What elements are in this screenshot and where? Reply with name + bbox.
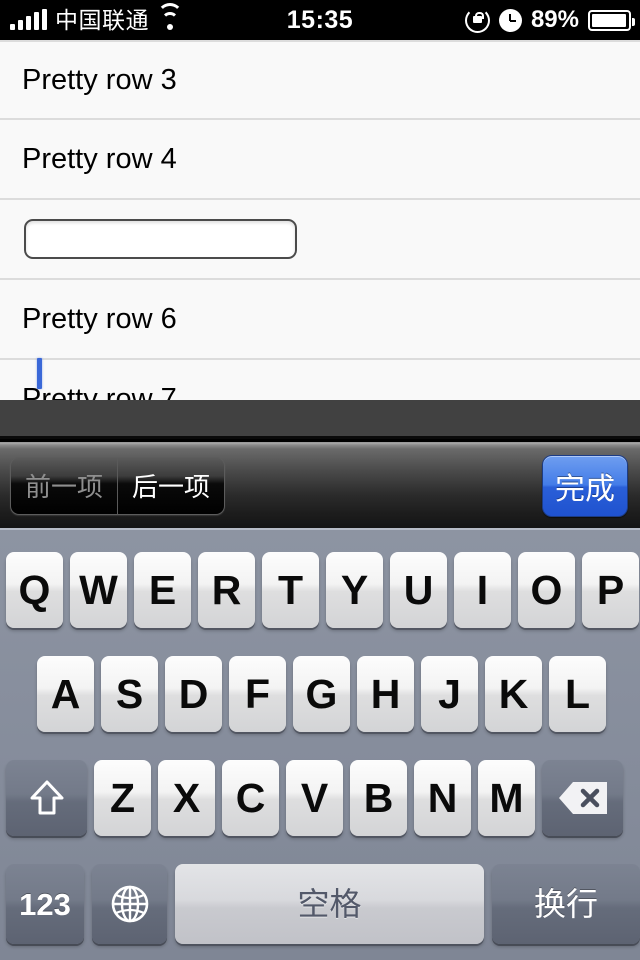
key-r[interactable]: R	[198, 552, 255, 628]
key-z[interactable]: Z	[94, 760, 151, 836]
backspace-key[interactable]	[542, 760, 623, 836]
alarm-clock-icon	[498, 8, 522, 32]
previous-field-button[interactable]: 前一项	[11, 458, 117, 514]
key-h[interactable]: H	[357, 656, 414, 732]
table-row-label: Pretty row 6	[22, 302, 177, 335]
key-d[interactable]: D	[165, 656, 222, 732]
next-field-button[interactable]: 后一项	[117, 457, 224, 514]
key-c[interactable]: C	[222, 760, 279, 836]
table-row-label: Pretty row 3	[22, 63, 177, 96]
status-bar-clock: 15:35	[286, 5, 354, 34]
key-l[interactable]: L	[549, 656, 606, 732]
keyboard-row-1: Q W E R T Y U I O P	[0, 552, 640, 628]
table-row[interactable]: Pretty row 7	[0, 360, 640, 400]
phone-screen: 中国联通 15:35 89% Pretty row 3 Pretty row 4…	[0, 0, 640, 960]
key-x[interactable]: X	[158, 760, 215, 836]
keyboard-row-4: 123 空格 换行	[0, 864, 640, 944]
key-b[interactable]: B	[350, 760, 407, 836]
numbers-key[interactable]: 123	[6, 864, 84, 944]
key-e[interactable]: E	[134, 552, 191, 628]
text-input-field[interactable]	[24, 219, 297, 259]
done-button[interactable]: 完成	[542, 454, 628, 517]
key-i[interactable]: I	[454, 552, 511, 628]
input-accessory-toolbar: 前一项 后一项 完成	[0, 442, 640, 528]
text-caret	[37, 358, 42, 389]
table-row-label: Pretty row 7	[22, 382, 177, 400]
key-q[interactable]: Q	[6, 552, 63, 628]
table-row-textfield[interactable]	[0, 200, 640, 280]
battery-icon	[588, 9, 635, 31]
shift-key[interactable]	[6, 760, 87, 836]
rotation-lock-icon	[464, 7, 490, 33]
globe-icon	[109, 883, 151, 925]
keyboard-row-3: Z X C V B N M	[0, 760, 640, 836]
table-row-label: Pretty row 4	[22, 142, 177, 175]
software-keyboard[interactable]: Q W E R T Y U I O P A S D F G H J K L Z …	[0, 528, 640, 960]
status-bar: 中国联通 15:35 89%	[0, 0, 640, 40]
key-u[interactable]: U	[390, 552, 447, 628]
table-row[interactable]: Pretty row 6	[0, 280, 640, 360]
key-j[interactable]: J	[421, 656, 478, 732]
key-o[interactable]: O	[518, 552, 575, 628]
table-view[interactable]: Pretty row 3 Pretty row 4 Pretty row 6 P…	[0, 40, 640, 400]
key-f[interactable]: F	[229, 656, 286, 732]
backspace-icon	[557, 780, 609, 816]
prev-next-segmented-control[interactable]: 前一项 后一项	[10, 456, 226, 515]
table-row[interactable]: Pretty row 3	[0, 40, 640, 120]
key-y[interactable]: Y	[326, 552, 383, 628]
keyboard-backdrop	[0, 400, 640, 439]
keyboard-row-2: A S D F G H J K L	[0, 656, 640, 732]
key-g[interactable]: G	[293, 656, 350, 732]
key-a[interactable]: A	[37, 656, 94, 732]
globe-key[interactable]	[92, 864, 167, 944]
key-w[interactable]: W	[70, 552, 127, 628]
key-s[interactable]: S	[101, 656, 158, 732]
shift-icon	[30, 779, 64, 817]
key-m[interactable]: M	[478, 760, 535, 836]
key-p[interactable]: P	[582, 552, 639, 628]
key-t[interactable]: T	[262, 552, 319, 628]
space-key[interactable]: 空格	[175, 864, 484, 944]
key-k[interactable]: K	[485, 656, 542, 732]
key-n[interactable]: N	[414, 760, 471, 836]
key-v[interactable]: V	[286, 760, 343, 836]
table-row[interactable]: Pretty row 4	[0, 120, 640, 200]
return-key[interactable]: 换行	[492, 864, 640, 944]
